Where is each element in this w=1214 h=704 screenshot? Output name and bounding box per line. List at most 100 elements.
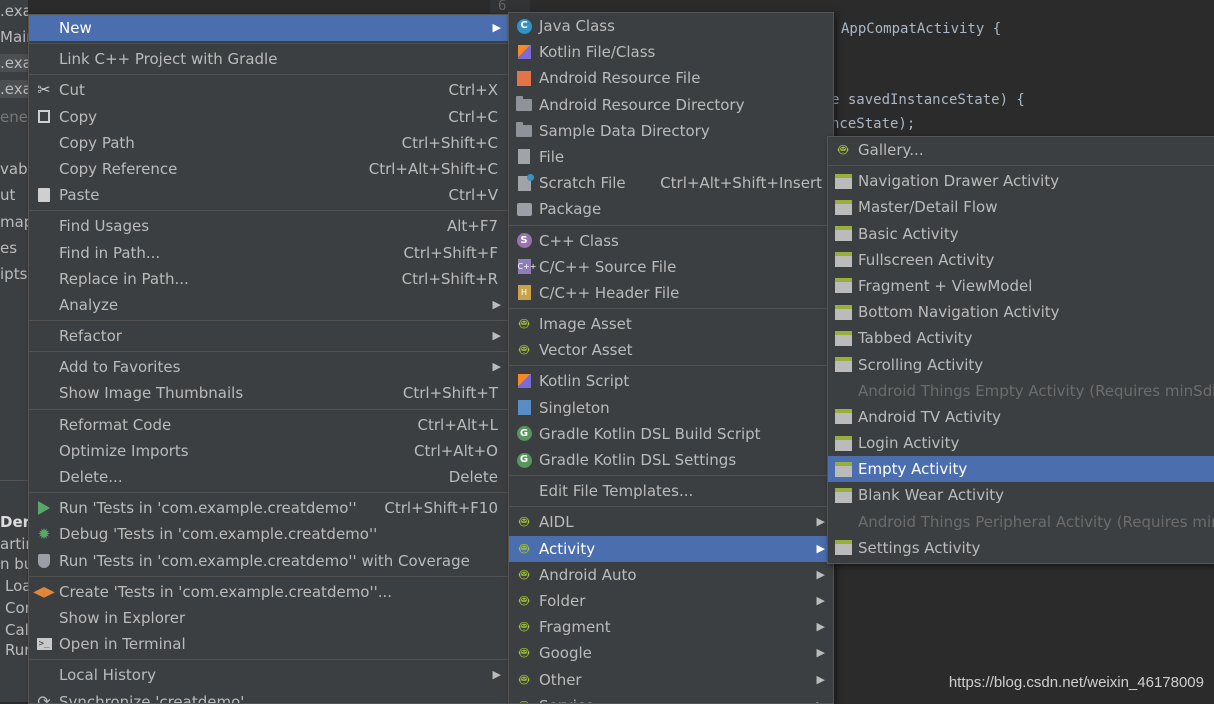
menu-item-other[interactable]: 🤖︎ Other ▶ bbox=[509, 667, 833, 693]
menu-item-label: Gradle Kotlin DSL Settings bbox=[539, 447, 736, 473]
menu-item-singleton[interactable]: Singleton bbox=[509, 395, 833, 421]
menu-item-paste[interactable]: Paste Ctrl+V bbox=[29, 182, 509, 208]
menu-item-delete[interactable]: Delete... Delete bbox=[29, 464, 509, 490]
menu-item-master-detail-flow[interactable]: Master/Detail Flow bbox=[828, 194, 1214, 220]
menu-item-gallery[interactable]: 🤖︎ Gallery... bbox=[828, 137, 1214, 163]
menu-item-login-activity[interactable]: Login Activity bbox=[828, 430, 1214, 456]
menu-item-kotlin-file[interactable]: Kotlin File/Class bbox=[509, 39, 833, 65]
menu-item-sample-data[interactable]: Sample Data Directory bbox=[509, 118, 833, 144]
menu-item-label: Show in Explorer bbox=[59, 605, 185, 631]
menu-item-gradle-settings[interactable]: G Gradle Kotlin DSL Settings bbox=[509, 447, 833, 473]
menu-item-label: Navigation Drawer Activity bbox=[858, 168, 1059, 194]
shortcut-label: Ctrl+Shift+T bbox=[403, 380, 498, 406]
menu-item-label: Find in Path... bbox=[59, 240, 160, 266]
menu-item-local-history[interactable]: Local History ▶ bbox=[29, 662, 509, 688]
menu-item-file[interactable]: File bbox=[509, 144, 833, 170]
menu-item-label: Gallery... bbox=[858, 137, 924, 163]
tree-item[interactable]: vabl bbox=[0, 160, 28, 178]
menu-item-package[interactable]: Package bbox=[509, 196, 833, 222]
menu-item-android-tv-activity[interactable]: Android TV Activity bbox=[828, 404, 1214, 430]
menu-separator bbox=[509, 365, 833, 366]
tree-item[interactable]: .exa bbox=[0, 54, 28, 72]
activity-submenu: 🤖︎ Gallery... Navigation Drawer Activity… bbox=[827, 136, 1214, 564]
menu-item-activity[interactable]: 🤖︎ Activity ▶ bbox=[509, 536, 833, 562]
menu-item-edit-templates[interactable]: Edit File Templates... bbox=[509, 478, 833, 504]
run-panel-item: Rur bbox=[5, 641, 28, 659]
file-icon bbox=[515, 148, 533, 166]
menu-item-scrolling-activity[interactable]: Scrolling Activity bbox=[828, 352, 1214, 378]
tree-item[interactable]: ener bbox=[0, 108, 28, 126]
tree-item[interactable]: .example.creatdemo bbox=[0, 2, 28, 20]
menu-item-java-class[interactable]: C Java Class bbox=[509, 13, 833, 39]
run-panel-item: Cal bbox=[5, 621, 28, 639]
menu-item-link-cpp[interactable]: Link C++ Project with Gradle bbox=[29, 46, 509, 72]
menu-item-aidl[interactable]: 🤖︎ AIDL ▶ bbox=[509, 509, 833, 535]
menu-item-optimize-imports[interactable]: Optimize Imports Ctrl+Alt+O bbox=[29, 438, 509, 464]
menu-item-android-auto[interactable]: 🤖︎ Android Auto ▶ bbox=[509, 562, 833, 588]
menu-item-basic-activity[interactable]: Basic Activity bbox=[828, 221, 1214, 247]
activity-template-icon bbox=[834, 198, 852, 216]
menu-item-google[interactable]: 🤖︎ Google ▶ bbox=[509, 640, 833, 666]
menu-item-service[interactable]: 🤖︎ Service ▶ bbox=[509, 693, 833, 704]
menu-item-find-in-path[interactable]: Find in Path... Ctrl+Shift+F bbox=[29, 240, 509, 266]
menu-separator bbox=[29, 659, 509, 660]
sync-icon: ⟳ bbox=[35, 693, 53, 704]
menu-item-run-coverage[interactable]: Run 'Tests in 'com.example.creatdemo'' w… bbox=[29, 548, 509, 574]
menu-item-label: Activity bbox=[539, 536, 595, 562]
menu-item-replace-in-path[interactable]: Replace in Path... Ctrl+Shift+R bbox=[29, 266, 509, 292]
scratch-file-icon bbox=[515, 174, 533, 192]
menu-item-cpp-header[interactable]: H C/C++ Header File bbox=[509, 280, 833, 306]
menu-item-label: Scratch File bbox=[539, 170, 626, 196]
menu-item-bottom-navigation-activity[interactable]: Bottom Navigation Activity bbox=[828, 299, 1214, 325]
menu-item-find-usages[interactable]: Find Usages Alt+F7 bbox=[29, 213, 509, 239]
android-icon: 🤖︎ bbox=[515, 671, 533, 689]
menu-item-fullscreen-activity[interactable]: Fullscreen Activity bbox=[828, 247, 1214, 273]
menu-item-cpp-source[interactable]: C++ C/C++ Source File bbox=[509, 254, 833, 280]
submenu-arrow-icon: ▶ bbox=[817, 640, 825, 666]
menu-item-android-resource-file[interactable]: Android Resource File bbox=[509, 65, 833, 91]
menu-item-label: Delete... bbox=[59, 464, 123, 490]
menu-item-vector-asset[interactable]: 🤖︎ Vector Asset bbox=[509, 337, 833, 363]
android-icon: 🤖︎ bbox=[515, 540, 533, 558]
menu-item-folder[interactable]: 🤖︎ Folder ▶ bbox=[509, 588, 833, 614]
menu-item-copy-reference[interactable]: Copy Reference Ctrl+Alt+Shift+C bbox=[29, 156, 509, 182]
tree-item[interactable]: map bbox=[0, 213, 28, 231]
menu-item-tabbed-activity[interactable]: Tabbed Activity bbox=[828, 325, 1214, 351]
menu-item-android-resource-directory[interactable]: Android Resource Directory bbox=[509, 92, 833, 118]
menu-item-settings-activity[interactable]: Settings Activity bbox=[828, 535, 1214, 561]
menu-item-debug-tests[interactable]: ✹ Debug 'Tests in 'com.example.creatdemo… bbox=[29, 521, 509, 547]
shortcut-label: Ctrl+Alt+Shift+C bbox=[369, 156, 498, 182]
menu-item-image-asset[interactable]: 🤖︎ Image Asset bbox=[509, 311, 833, 337]
menu-item-run-tests[interactable]: Run 'Tests in 'com.example.creatdemo'' C… bbox=[29, 495, 509, 521]
menu-item-navigation-drawer-activity[interactable]: Navigation Drawer Activity bbox=[828, 168, 1214, 194]
tree-item[interactable]: es bbox=[0, 239, 17, 257]
tree-item[interactable]: ut bbox=[0, 186, 15, 204]
menu-item-fragment-viewmodel[interactable]: Fragment + ViewModel bbox=[828, 273, 1214, 299]
menu-item-cut[interactable]: ✂ Cut Ctrl+X bbox=[29, 77, 509, 103]
tree-item[interactable]: .exa bbox=[0, 80, 28, 98]
menu-item-fragment[interactable]: 🤖︎ Fragment ▶ bbox=[509, 614, 833, 640]
menu-item-gradle-build-script[interactable]: G Gradle Kotlin DSL Build Script bbox=[509, 421, 833, 447]
menu-item-show-thumbnails[interactable]: Show Image Thumbnails Ctrl+Shift+T bbox=[29, 380, 509, 406]
menu-item-reformat[interactable]: Reformat Code Ctrl+Alt+L bbox=[29, 412, 509, 438]
menu-item-blank-wear-activity[interactable]: Blank Wear Activity bbox=[828, 482, 1214, 508]
tree-item[interactable]: ipts bbox=[0, 265, 27, 283]
menu-item-refactor[interactable]: Refactor ▶ bbox=[29, 323, 509, 349]
menu-item-things-empty-activity: Android Things Empty Activity (Requires … bbox=[828, 378, 1214, 404]
menu-item-add-favorites[interactable]: Add to Favorites ▶ bbox=[29, 354, 509, 380]
android-icon: 🤖︎ bbox=[515, 697, 533, 704]
menu-item-open-terminal[interactable]: >_ Open in Terminal bbox=[29, 631, 509, 657]
tree-item[interactable]: Main bbox=[0, 28, 28, 46]
menu-item-kotlin-script[interactable]: Kotlin Script bbox=[509, 368, 833, 394]
menu-item-empty-activity[interactable]: Empty Activity bbox=[828, 456, 1214, 482]
menu-item-create-tests[interactable]: ◀▶ Create 'Tests in 'com.example.creatde… bbox=[29, 579, 509, 605]
menu-item-show-explorer[interactable]: Show in Explorer bbox=[29, 605, 509, 631]
menu-item-label: Create 'Tests in 'com.example.creatdemo'… bbox=[59, 579, 392, 605]
menu-item-new[interactable]: New ▶ bbox=[29, 15, 509, 41]
menu-item-things-peripheral-activity: Android Things Peripheral Activity (Requ… bbox=[828, 509, 1214, 535]
menu-item-scratch-file[interactable]: Scratch File Ctrl+Alt+Shift+Insert bbox=[509, 170, 833, 196]
menu-item-cpp-class[interactable]: S C++ Class bbox=[509, 228, 833, 254]
menu-item-copy[interactable]: Copy Ctrl+C bbox=[29, 104, 509, 130]
menu-item-analyze[interactable]: Analyze ▶ bbox=[29, 292, 509, 318]
menu-item-copy-path[interactable]: Copy Path Ctrl+Shift+C bbox=[29, 130, 509, 156]
